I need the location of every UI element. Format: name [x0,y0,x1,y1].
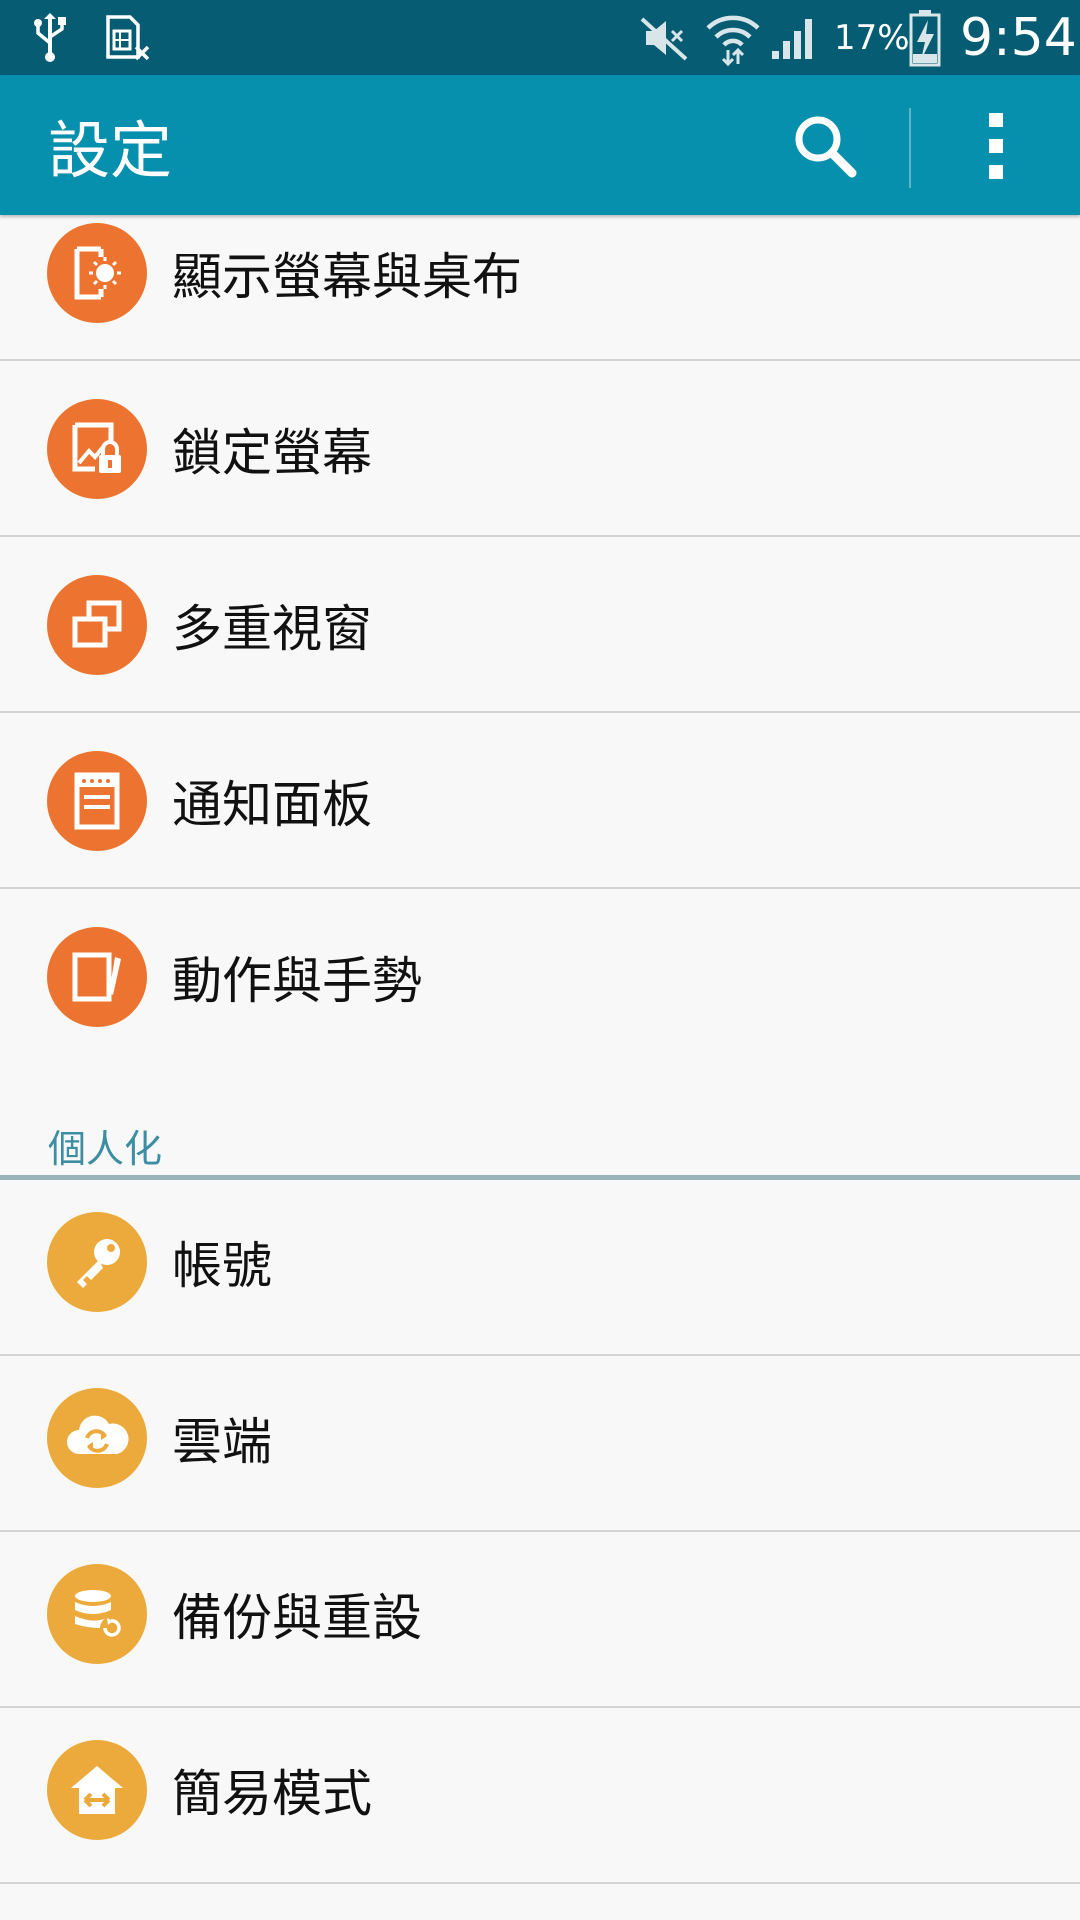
search-icon [790,111,860,185]
list-item-label: 雲端 [172,1413,272,1471]
notification-panel-icon [47,751,147,851]
list-item-cloud[interactable]: 雲端 [0,1356,1080,1532]
battery-charging-icon [908,0,942,75]
more-vert-icon [986,106,1006,190]
cloud-sync-icon [47,1388,147,1488]
multi-window-icon [47,575,147,675]
list-item-label: 鎖定螢幕 [172,424,372,482]
list-item-easy-mode[interactable]: 簡易模式 [0,1708,1080,1884]
list-item-label: 多重視窗 [172,600,372,658]
page-title: 設定 [48,114,173,187]
list-item-label: 動作與手勢 [172,952,422,1010]
list-item-motions-gestures[interactable]: 動作與手勢 [0,889,1080,1065]
backup-reset-icon [47,1564,147,1664]
list-item-accounts[interactable]: 帳號 [0,1180,1080,1356]
list-item-multi-window[interactable]: 多重視窗 [0,537,1080,713]
easy-mode-icon [47,1740,147,1840]
mute-icon [638,0,690,75]
list-item-label: 帳號 [172,1237,272,1295]
usb-icon [32,0,68,75]
cell-signal-icon [768,0,820,75]
settings-list[interactable]: 顯示螢幕與桌布 鎖定螢幕 多重視窗 通知面板 動作與手勢 個人化 帳號 雲端 備… [0,215,1080,1920]
search-button[interactable] [780,103,870,193]
key-icon [47,1212,147,1312]
toolbar-divider [909,108,911,188]
list-item-label: 顯示螢幕與桌布 [172,248,522,306]
list-item-backup-reset[interactable]: 備份與重設 [0,1532,1080,1708]
lock-screen-icon [47,399,147,499]
wifi-icon [704,0,762,75]
app-bar: 設定 [0,75,1080,215]
list-item-notification-panel[interactable]: 通知面板 [0,713,1080,889]
battery-percent: 17% [834,17,910,58]
motions-gestures-icon [47,927,147,1027]
sim-card-off-icon [104,0,152,75]
more-options-button[interactable] [960,103,1032,193]
display-wallpaper-icon [47,223,147,323]
status-bar: 17% 9:54 [0,0,1080,75]
section-header-personalization: 個人化 [48,1126,163,1171]
list-item-label: 通知面板 [172,776,372,834]
list-item-label: 備份與重設 [172,1589,422,1647]
divider [0,1882,1080,1884]
list-item-label: 簡易模式 [172,1765,372,1823]
list-item-lock-screen[interactable]: 鎖定螢幕 [0,361,1080,537]
clock: 9:54 [960,7,1077,68]
list-item-display[interactable]: 顯示螢幕與桌布 [0,215,1080,361]
